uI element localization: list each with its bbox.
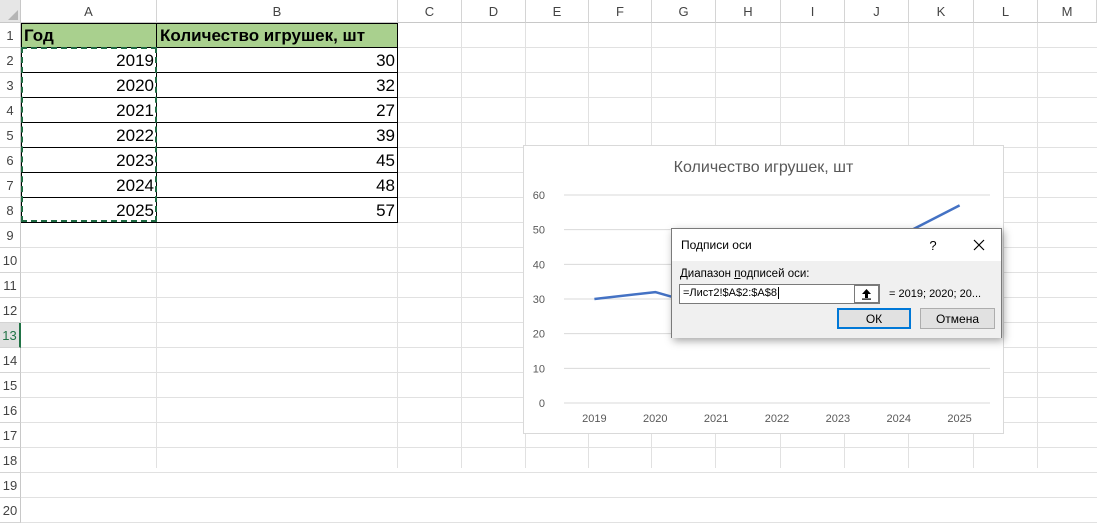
column-header-i[interactable]: I	[781, 0, 845, 23]
row-header-12[interactable]: 12	[0, 298, 21, 323]
x-tick-label: 2022	[765, 413, 789, 425]
year-cell[interactable]: 2022	[21, 123, 157, 148]
count-cell[interactable]: 45	[157, 148, 398, 173]
row-header-4[interactable]: 4	[0, 98, 21, 123]
count-cell[interactable]: 27	[157, 98, 398, 123]
count-cell[interactable]: 39	[157, 123, 398, 148]
column-header-g[interactable]: G	[652, 0, 716, 23]
table-border	[21, 222, 398, 223]
close-button[interactable]	[956, 229, 1002, 261]
row-header-18[interactable]: 18	[0, 448, 21, 473]
year-cell[interactable]: 2025	[21, 198, 157, 223]
dialog-body: Диапазон подписей оси: =Лист2!$A$2:$A$8 …	[672, 261, 1001, 338]
dialog-title: Подписи оси	[681, 238, 752, 252]
row-header-19[interactable]: 19	[0, 473, 21, 498]
y-tick-label: 50	[533, 225, 545, 237]
column-header-d[interactable]: D	[462, 0, 526, 23]
count-cell[interactable]: 30	[157, 48, 398, 73]
collapse-dialog-icon	[861, 288, 872, 300]
count-cell[interactable]: 48	[157, 173, 398, 198]
close-icon	[973, 239, 985, 251]
x-tick-label: 2025	[947, 413, 971, 425]
column-header-c[interactable]: C	[398, 0, 462, 23]
y-tick-label: 40	[533, 259, 545, 271]
table-border	[21, 97, 398, 98]
column-header-j[interactable]: J	[845, 0, 909, 23]
table-border	[21, 23, 398, 24]
row-gridline	[21, 497, 1097, 498]
table-border	[21, 72, 398, 73]
column-header-m[interactable]: M	[1038, 0, 1097, 23]
table-border	[21, 147, 398, 148]
row-header-3[interactable]: 3	[0, 73, 21, 98]
row-header-16[interactable]: 16	[0, 398, 21, 423]
row-header-11[interactable]: 11	[0, 273, 21, 298]
dialog-titlebar[interactable]: Подписи оси ?	[672, 229, 1001, 261]
row-header-15[interactable]: 15	[0, 373, 21, 398]
table-border	[21, 197, 398, 198]
header-cell-year[interactable]: Год	[21, 23, 157, 48]
cancel-button[interactable]: Отмена	[920, 308, 995, 329]
select-all-corner[interactable]	[0, 0, 21, 23]
row-header-6[interactable]: 6	[0, 148, 21, 173]
x-tick-label: 2021	[704, 413, 728, 425]
x-tick-label: 2023	[826, 413, 850, 425]
table-border	[21, 47, 398, 48]
row-header-13[interactable]: 13	[0, 323, 21, 348]
year-cell[interactable]: 2024	[21, 173, 157, 198]
row-header-14[interactable]: 14	[0, 348, 21, 373]
x-tick-label: 2020	[643, 413, 667, 425]
range-preview: = 2019; 2020; 20...	[889, 288, 981, 300]
y-tick-label: 30	[533, 294, 545, 306]
column-header-h[interactable]: H	[716, 0, 781, 23]
count-cell[interactable]: 32	[157, 73, 398, 98]
range-input[interactable]: =Лист2!$A$2:$A$8	[679, 284, 880, 304]
row-gridline	[21, 447, 1097, 448]
help-icon: ?	[929, 238, 936, 253]
row-header-8[interactable]: 8	[0, 198, 21, 223]
year-cell[interactable]: 2021	[21, 98, 157, 123]
y-tick-label: 0	[539, 398, 545, 410]
row-header-10[interactable]: 10	[0, 248, 21, 273]
column-header-l[interactable]: L	[974, 0, 1038, 23]
column-gridline	[461, 23, 462, 468]
row-header-1[interactable]: 1	[0, 23, 21, 48]
row-gridline	[21, 472, 1097, 473]
column-header-a[interactable]: A	[21, 0, 157, 23]
table-border	[21, 23, 22, 223]
range-label: Диапазон подписей оси:	[680, 268, 809, 280]
row-header-20[interactable]: 20	[0, 498, 21, 523]
row-header-2[interactable]: 2	[0, 48, 21, 73]
y-tick-label: 60	[533, 190, 545, 202]
column-header-f[interactable]: F	[589, 0, 652, 23]
table-border	[156, 23, 157, 223]
row-header-7[interactable]: 7	[0, 173, 21, 198]
year-cell[interactable]: 2019	[21, 48, 157, 73]
row-header-5[interactable]: 5	[0, 123, 21, 148]
table-border	[21, 122, 398, 123]
count-cell[interactable]: 57	[157, 198, 398, 223]
y-tick-label: 10	[533, 363, 545, 375]
column-header-k[interactable]: K	[909, 0, 974, 23]
column-header-e[interactable]: E	[526, 0, 589, 23]
axis-labels-dialog: Подписи оси ? Диапазон подписей оси: =Ли…	[671, 228, 1002, 338]
row-header-9[interactable]: 9	[0, 223, 21, 248]
table-border	[21, 172, 398, 173]
header-cell-count[interactable]: Количество игрушек, шт	[157, 23, 398, 48]
row-header-17[interactable]: 17	[0, 423, 21, 448]
table-border	[397, 23, 398, 223]
column-header-b[interactable]: B	[157, 0, 398, 23]
column-gridline	[1037, 23, 1038, 468]
collapse-dialog-button[interactable]	[854, 285, 879, 303]
ok-button[interactable]: ОК	[837, 308, 911, 329]
x-tick-label: 2024	[886, 413, 910, 425]
year-cell[interactable]: 2020	[21, 73, 157, 98]
x-tick-label: 2019	[582, 413, 606, 425]
year-cell[interactable]: 2023	[21, 148, 157, 173]
y-tick-label: 20	[533, 329, 545, 341]
help-button[interactable]: ?	[912, 229, 954, 261]
